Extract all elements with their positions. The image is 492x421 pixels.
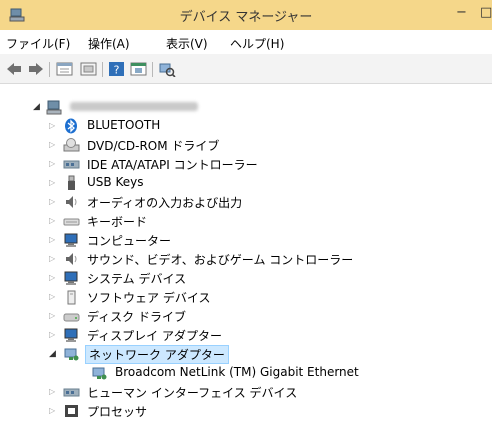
expand-icon[interactable]: ▷ <box>49 291 59 303</box>
tree-category-item[interactable]: ▷ DVD/CD-ROM ドライブ <box>0 136 480 155</box>
expand-icon[interactable]: ▷ <box>49 158 59 170</box>
collapse-icon[interactable]: ◢ <box>49 348 59 360</box>
speaker-icon <box>66 196 77 208</box>
forward-icon[interactable] <box>27 61 45 77</box>
scan-hardware-icon[interactable] <box>158 61 176 77</box>
tree-category-item[interactable]: ▷ コンピューター <box>0 231 480 250</box>
collapse-icon[interactable]: ◢ <box>33 101 43 113</box>
action-icon[interactable] <box>130 61 148 77</box>
tree-category-label[interactable]: ネットワーク アダプター <box>85 345 229 364</box>
network-adapter-icon <box>64 348 79 361</box>
computer-name-redacted <box>70 102 198 111</box>
tree-category-item[interactable]: ▷ ディスプレイ アダプター <box>0 326 480 345</box>
software-device-icon <box>67 290 76 305</box>
tree-category-label[interactable]: ヒューマン インターフェイス デバイス <box>85 384 299 401</box>
dvd-drive-icon <box>63 138 80 152</box>
help-icon[interactable]: ? <box>108 61 126 77</box>
hid-icon <box>63 388 80 397</box>
tree-category-label[interactable]: ソフトウェア デバイス <box>85 289 212 306</box>
expand-icon[interactable]: ▷ <box>49 139 59 151</box>
minimize-button[interactable]: − <box>456 5 467 20</box>
system-device-icon <box>64 271 78 285</box>
expand-icon[interactable]: ▷ <box>49 310 59 322</box>
computer-icon <box>46 100 62 115</box>
expand-icon[interactable]: ▷ <box>49 234 59 246</box>
toolbar: ? <box>0 54 492 84</box>
tree-category-item[interactable]: ▷ USB Keys <box>0 174 480 193</box>
expand-icon[interactable]: ▷ <box>49 386 59 398</box>
tree-category-label[interactable]: コンピューター <box>85 232 173 249</box>
bluetooth-icon <box>65 118 77 134</box>
device-view-icon[interactable] <box>80 61 98 77</box>
toolbar-separator <box>152 62 153 77</box>
title-bar: デバイス マネージャー − □ <box>0 0 492 30</box>
tree-category-label[interactable]: ディスプレイ アダプター <box>85 327 224 344</box>
expand-icon[interactable]: ▷ <box>49 196 59 208</box>
svg-text:?: ? <box>114 64 120 77</box>
tree-category-item[interactable]: ▷ ディスク ドライブ <box>0 307 480 326</box>
tree-category-item[interactable]: ▷ ソフトウェア デバイス <box>0 288 480 307</box>
tree-category-item[interactable]: ▷ ヒューマン インターフェイス デバイス <box>0 383 480 402</box>
tree-category-item[interactable]: ▷ サウンド、ビデオ、およびゲーム コントローラー <box>0 250 480 269</box>
ide-controller-icon <box>63 160 80 169</box>
toolbar-separator <box>102 62 103 77</box>
tree-category-item[interactable]: ▷ IDE ATA/ATAPI コントローラー <box>0 155 480 174</box>
tree-child-label[interactable]: Broadcom NetLink (TM) Gigabit Ethernet <box>113 365 361 379</box>
tree-category-label[interactable]: DVD/CD-ROM ドライブ <box>85 137 221 154</box>
tree-category-label[interactable]: オーディオの入力および出力 <box>85 194 244 211</box>
tree-category-label[interactable]: サウンド、ビデオ、およびゲーム コントローラー <box>85 251 355 268</box>
tree-category-item[interactable]: ▷ プロセッサ <box>0 402 480 421</box>
tree-category-label[interactable]: BLUETOOTH <box>85 118 162 132</box>
tree-category-item[interactable]: ◢ ネットワーク アダプター <box>0 345 480 364</box>
disk-drive-icon <box>63 313 80 322</box>
menu-help[interactable]: ヘルプ(H) <box>230 35 284 52</box>
window-title: デバイス マネージャー <box>179 10 313 25</box>
back-icon[interactable] <box>5 61 23 77</box>
menu-view[interactable]: 表示(V) <box>166 35 208 52</box>
usb-key-icon <box>68 175 75 190</box>
sound-icon <box>66 253 77 265</box>
expand-icon[interactable]: ▷ <box>49 177 59 189</box>
tree-category-item[interactable]: ▷ BLUETOOTH <box>0 117 480 136</box>
network-card-icon <box>92 367 107 380</box>
tree-child-item[interactable]: Broadcom NetLink (TM) Gigabit Ethernet <box>0 364 480 383</box>
tree-category-item[interactable]: ▷ キーボード <box>0 212 480 231</box>
tree-category-label[interactable]: キーボード <box>85 213 149 230</box>
tree-category-label[interactable]: USB Keys <box>85 175 145 189</box>
keyboard-icon <box>63 218 80 226</box>
expand-icon[interactable]: ▷ <box>49 329 59 341</box>
expand-icon[interactable]: ▷ <box>49 405 59 417</box>
menu-bar: ファイル(F) 操作(A) 表示(V) ヘルプ(H) <box>0 30 492 54</box>
tree-category-label[interactable]: システム デバイス <box>85 270 188 287</box>
expand-icon[interactable]: ▷ <box>49 253 59 265</box>
tree-category-label[interactable]: IDE ATA/ATAPI コントローラー <box>85 156 260 173</box>
properties-list-icon[interactable] <box>56 61 74 77</box>
menu-action[interactable]: 操作(A) <box>88 35 130 52</box>
maximize-button[interactable]: □ <box>480 5 492 20</box>
expand-icon[interactable]: ▷ <box>49 272 59 284</box>
tree-category-label[interactable]: プロセッサ <box>85 403 149 420</box>
tree-category-item[interactable]: ▷ オーディオの入力および出力 <box>0 193 480 212</box>
computer-icon <box>64 233 78 247</box>
menu-file[interactable]: ファイル(F) <box>6 35 70 52</box>
expand-icon[interactable]: ▷ <box>49 120 59 132</box>
display-adapter-icon <box>64 328 78 342</box>
expand-icon[interactable]: ▷ <box>49 215 59 227</box>
tree-category-label[interactable]: ディスク ドライブ <box>85 308 188 325</box>
tree-category-item[interactable]: ▷ システム デバイス <box>0 269 480 288</box>
toolbar-separator <box>49 62 50 77</box>
tree-root[interactable]: ◢ <box>0 98 260 117</box>
